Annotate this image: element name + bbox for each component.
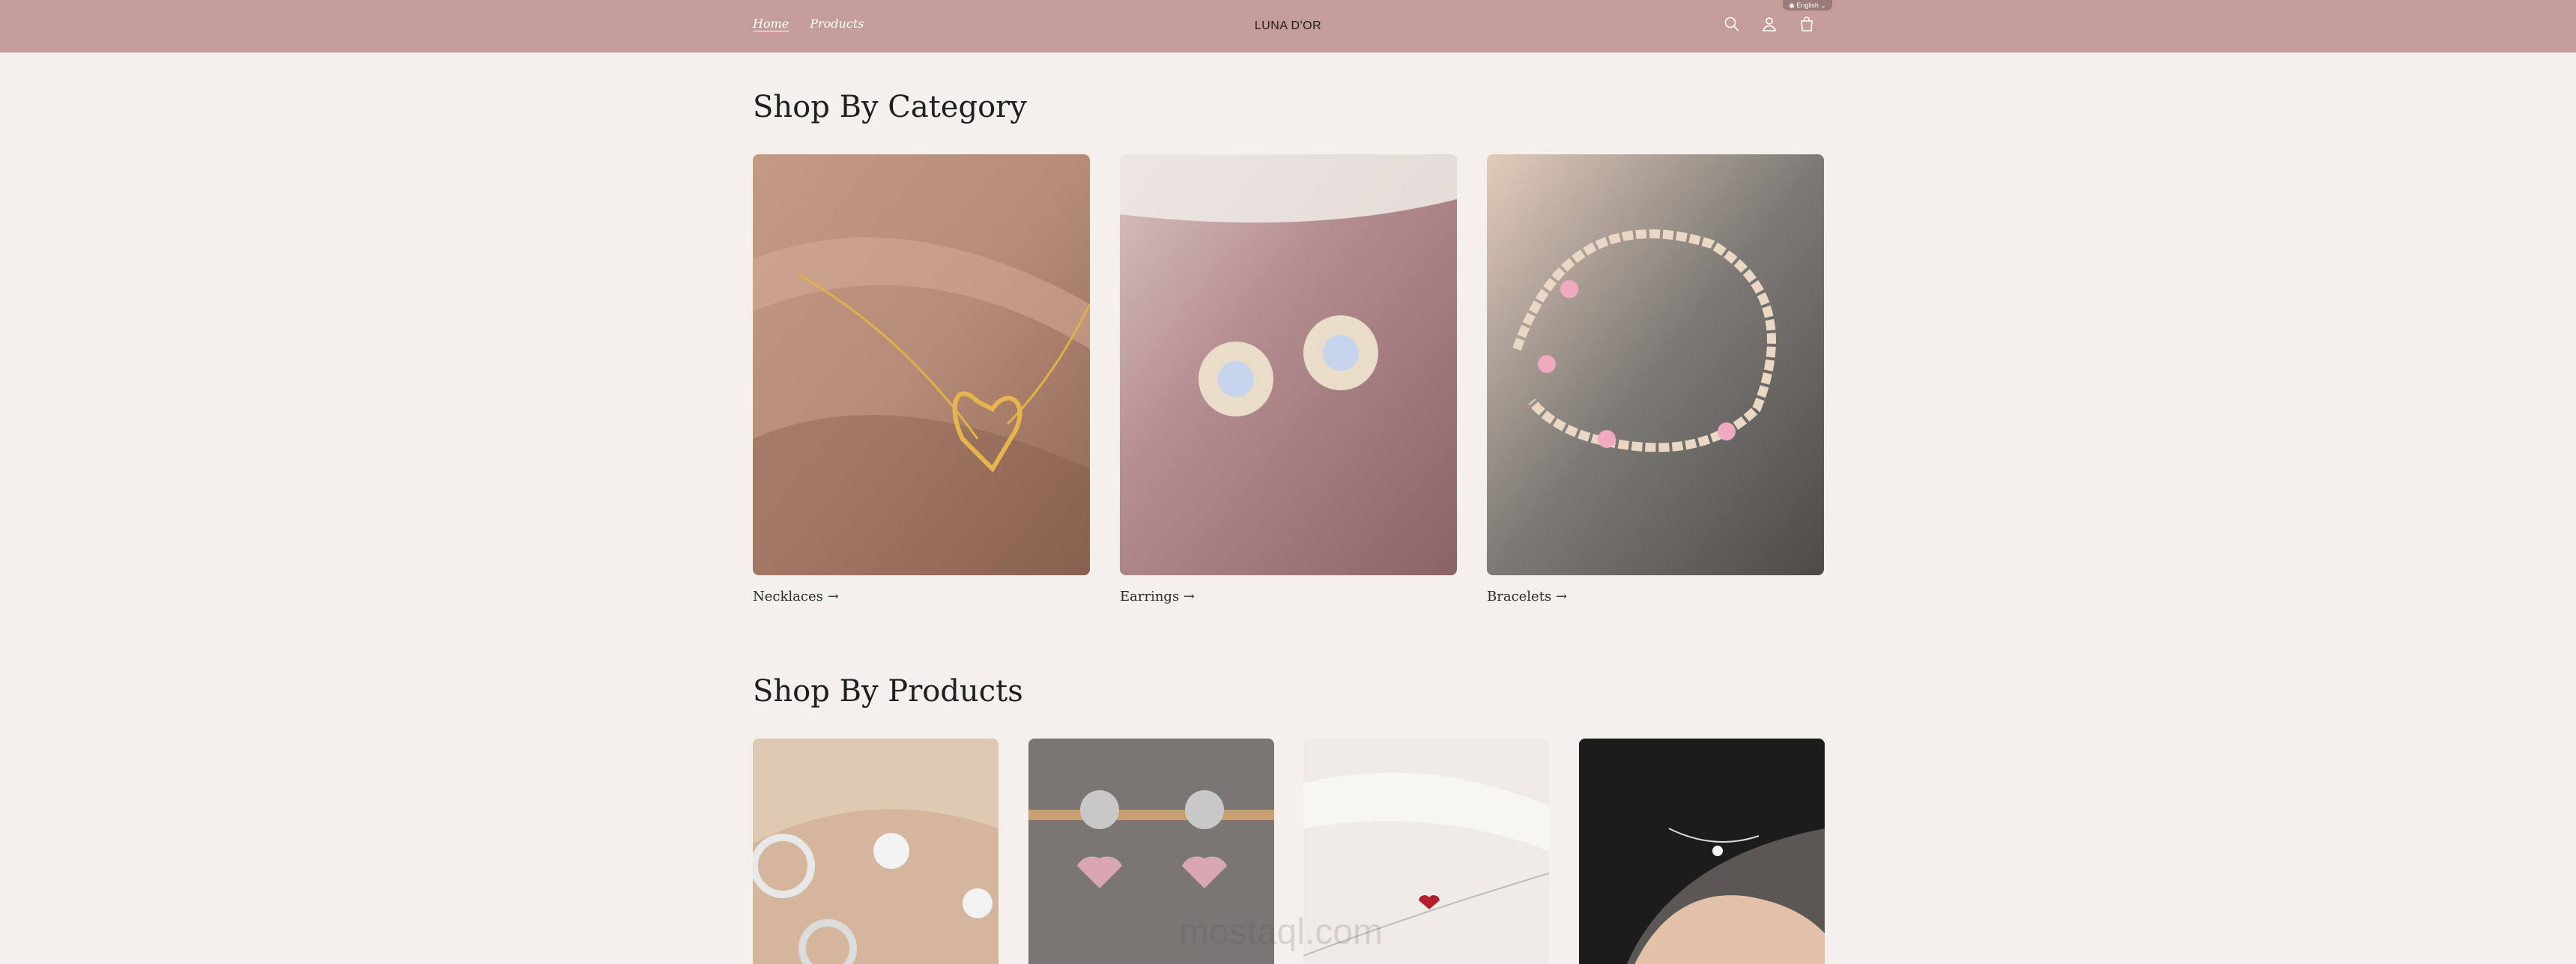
category-link-earrings[interactable]: Earrings → bbox=[1120, 589, 1195, 604]
product-2-image bbox=[1028, 739, 1274, 964]
category-card-necklaces[interactable] bbox=[753, 154, 1090, 575]
product-card-2[interactable] bbox=[1028, 739, 1274, 964]
product-1-image bbox=[753, 739, 998, 964]
category-link-necklaces[interactable]: Necklaces → bbox=[753, 589, 839, 604]
bracelet-image bbox=[1487, 154, 1824, 575]
necklace-image bbox=[753, 154, 1090, 575]
category-card-bracelets[interactable] bbox=[1487, 154, 1824, 575]
search-icon[interactable] bbox=[1723, 15, 1741, 33]
language-label: English bbox=[1796, 1, 1819, 9]
account-icon[interactable] bbox=[1760, 15, 1778, 33]
product-card-3[interactable] bbox=[1303, 739, 1549, 964]
header-icons bbox=[1723, 15, 1816, 33]
product-card-1[interactable] bbox=[753, 739, 998, 964]
site-logo[interactable]: LUNA D'OR bbox=[0, 19, 2576, 33]
category-section-title: Shop By Category bbox=[753, 90, 1027, 124]
product-card-4[interactable] bbox=[1579, 739, 1825, 964]
category-link-bracelets[interactable]: Bracelets → bbox=[1487, 589, 1567, 604]
site-header: ◉ English ⌄ Home Products LUNA D'OR bbox=[0, 0, 2576, 52]
category-card-earrings[interactable] bbox=[1120, 154, 1457, 575]
products-section-title: Shop By Products bbox=[753, 674, 1023, 709]
earrings-image bbox=[1120, 154, 1457, 575]
product-4-image bbox=[1579, 739, 1825, 964]
cart-icon[interactable] bbox=[1798, 15, 1816, 33]
product-3-image bbox=[1303, 739, 1549, 964]
language-selector[interactable]: ◉ English ⌄ bbox=[1783, 0, 1832, 10]
